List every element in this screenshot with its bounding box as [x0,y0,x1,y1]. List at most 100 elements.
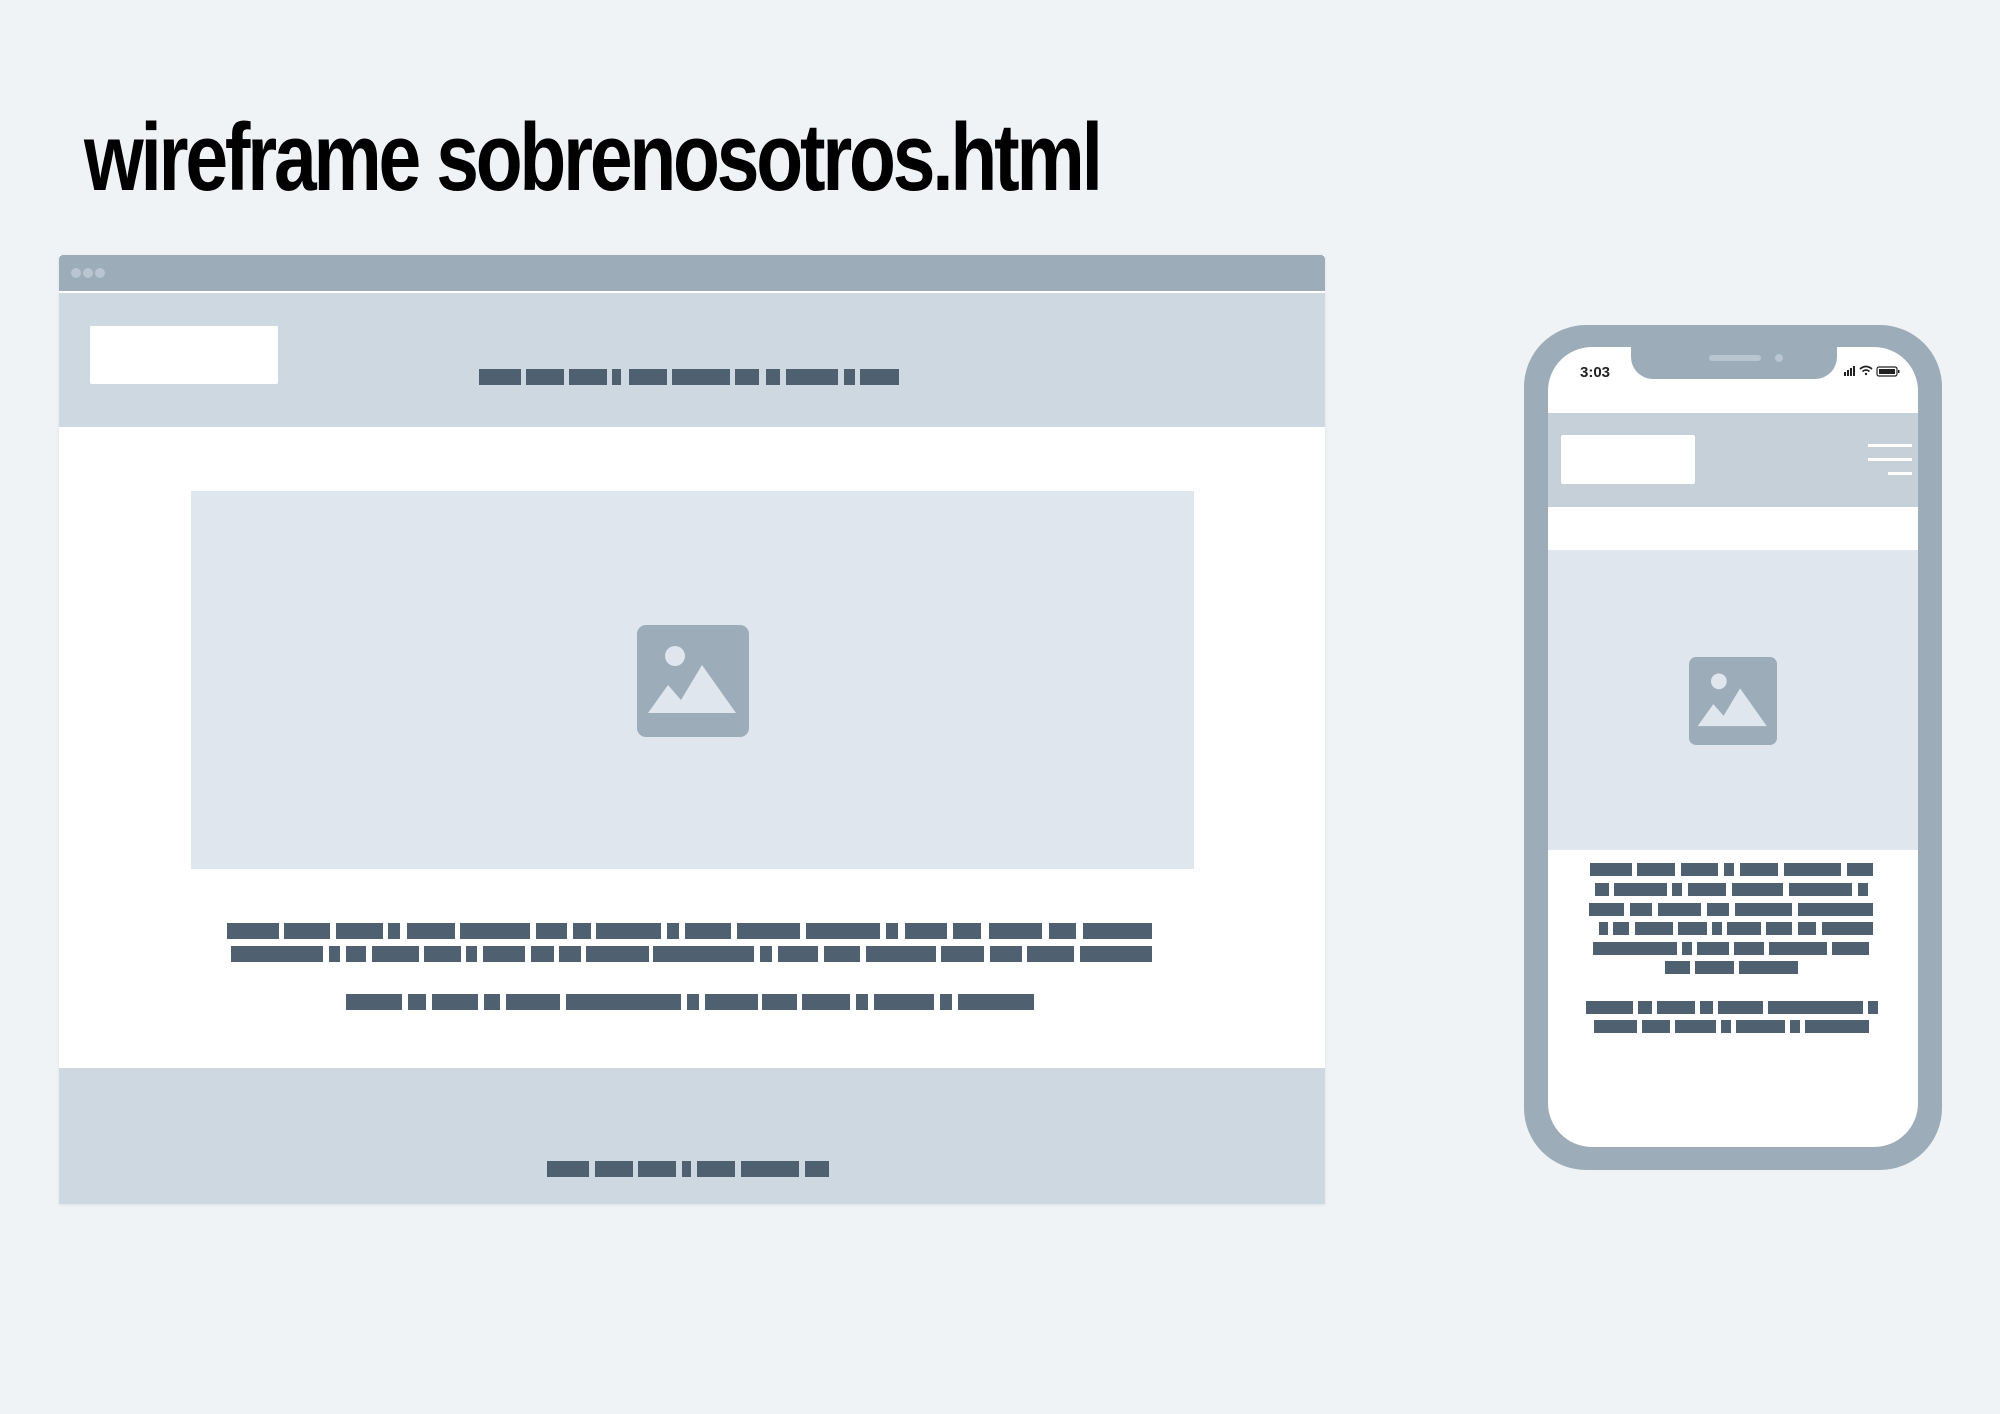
text-line [1768,1001,1863,1014]
text-line [905,923,947,939]
text-line [1678,922,1707,935]
site-footer [59,1068,1325,1204]
text-line [1766,922,1792,935]
text-line [1732,883,1783,896]
text-line [687,994,699,1010]
text-line [1736,1020,1785,1033]
text-line [566,994,681,1010]
nav-link[interactable] [786,369,838,385]
text-line [685,923,731,939]
text-line [1784,863,1841,876]
nav-link[interactable] [844,369,855,385]
text-line [778,946,818,962]
text-line [536,923,567,939]
speaker [1709,355,1761,361]
text-line [559,946,581,962]
text-line [1721,1020,1731,1033]
text-line [408,994,426,1010]
footer-link[interactable] [547,1161,589,1177]
text-line [886,923,898,939]
footer-link[interactable] [697,1161,735,1177]
text-line [531,946,554,962]
text-line [1083,923,1152,939]
desktop-wireframe [59,255,1325,1204]
text-line [432,994,478,1010]
nav-link[interactable] [526,369,564,385]
footer-link[interactable] [638,1161,676,1177]
camera [1775,354,1783,362]
text-line [1027,946,1074,962]
text-line [388,923,400,939]
text-line [1739,961,1798,974]
text-line [1595,883,1609,896]
text-line [346,994,402,1010]
text-line [1594,1020,1637,1033]
text-line [1798,903,1873,916]
text-line [1589,903,1624,916]
text-line [874,994,934,1010]
text-line [596,923,661,939]
footer-link[interactable] [741,1161,799,1177]
text-line [762,994,797,1010]
text-line [1590,863,1632,876]
text-line [1868,1001,1878,1014]
text-line [1790,1020,1800,1033]
text-line [1847,863,1873,876]
text-line [1682,942,1692,955]
nav-link[interactable] [612,369,621,385]
text-line [1798,922,1816,935]
text-line [586,946,649,962]
nav-link[interactable] [629,369,667,385]
nav-link[interactable] [569,369,607,385]
text-line [336,923,383,939]
text-line [1665,961,1690,974]
text-line [802,994,850,1010]
text-line [1735,903,1792,916]
text-line [1707,903,1729,916]
text-line [866,946,936,962]
browser-title-bar [59,255,1325,291]
text-line [1740,863,1778,876]
nav-link[interactable] [766,369,780,385]
text-line [372,946,419,962]
text-line [1697,942,1729,955]
text-line [1049,923,1076,939]
hero-image-placeholder [1548,550,1918,850]
text-line [1675,1020,1716,1033]
text-line [1712,922,1722,935]
site-header [59,293,1325,427]
text-line [1700,1001,1713,1014]
text-line [284,923,330,939]
nav-link[interactable] [860,369,899,385]
battery-icon [1876,366,1900,377]
text-line [1727,922,1761,935]
text-line [940,994,952,1010]
footer-link[interactable] [805,1161,829,1177]
text-line [483,946,525,962]
image-icon [1689,657,1777,745]
nav-link[interactable] [672,369,730,385]
text-line [573,923,591,939]
text-line [1630,903,1652,916]
nav-link[interactable] [735,369,759,385]
text-line [1593,942,1677,955]
text-line [667,923,679,939]
image-icon [637,625,749,737]
footer-link[interactable] [682,1161,691,1177]
phone-notch [1631,347,1837,379]
text-line [484,994,500,1010]
text-line [806,923,880,939]
text-line [329,946,340,962]
nav-link[interactable] [479,369,521,385]
text-line [990,946,1022,962]
text-line [1599,922,1608,935]
status-time: 3:03 [1580,364,1611,381]
footer-link[interactable] [595,1161,633,1177]
text-line [1672,883,1682,896]
text-line [653,946,754,962]
text-line [1718,1001,1763,1014]
text-line [1681,863,1718,876]
text-line [506,994,560,1010]
text-line [1642,1020,1670,1033]
hamburger-menu-icon[interactable] [1858,441,1918,481]
